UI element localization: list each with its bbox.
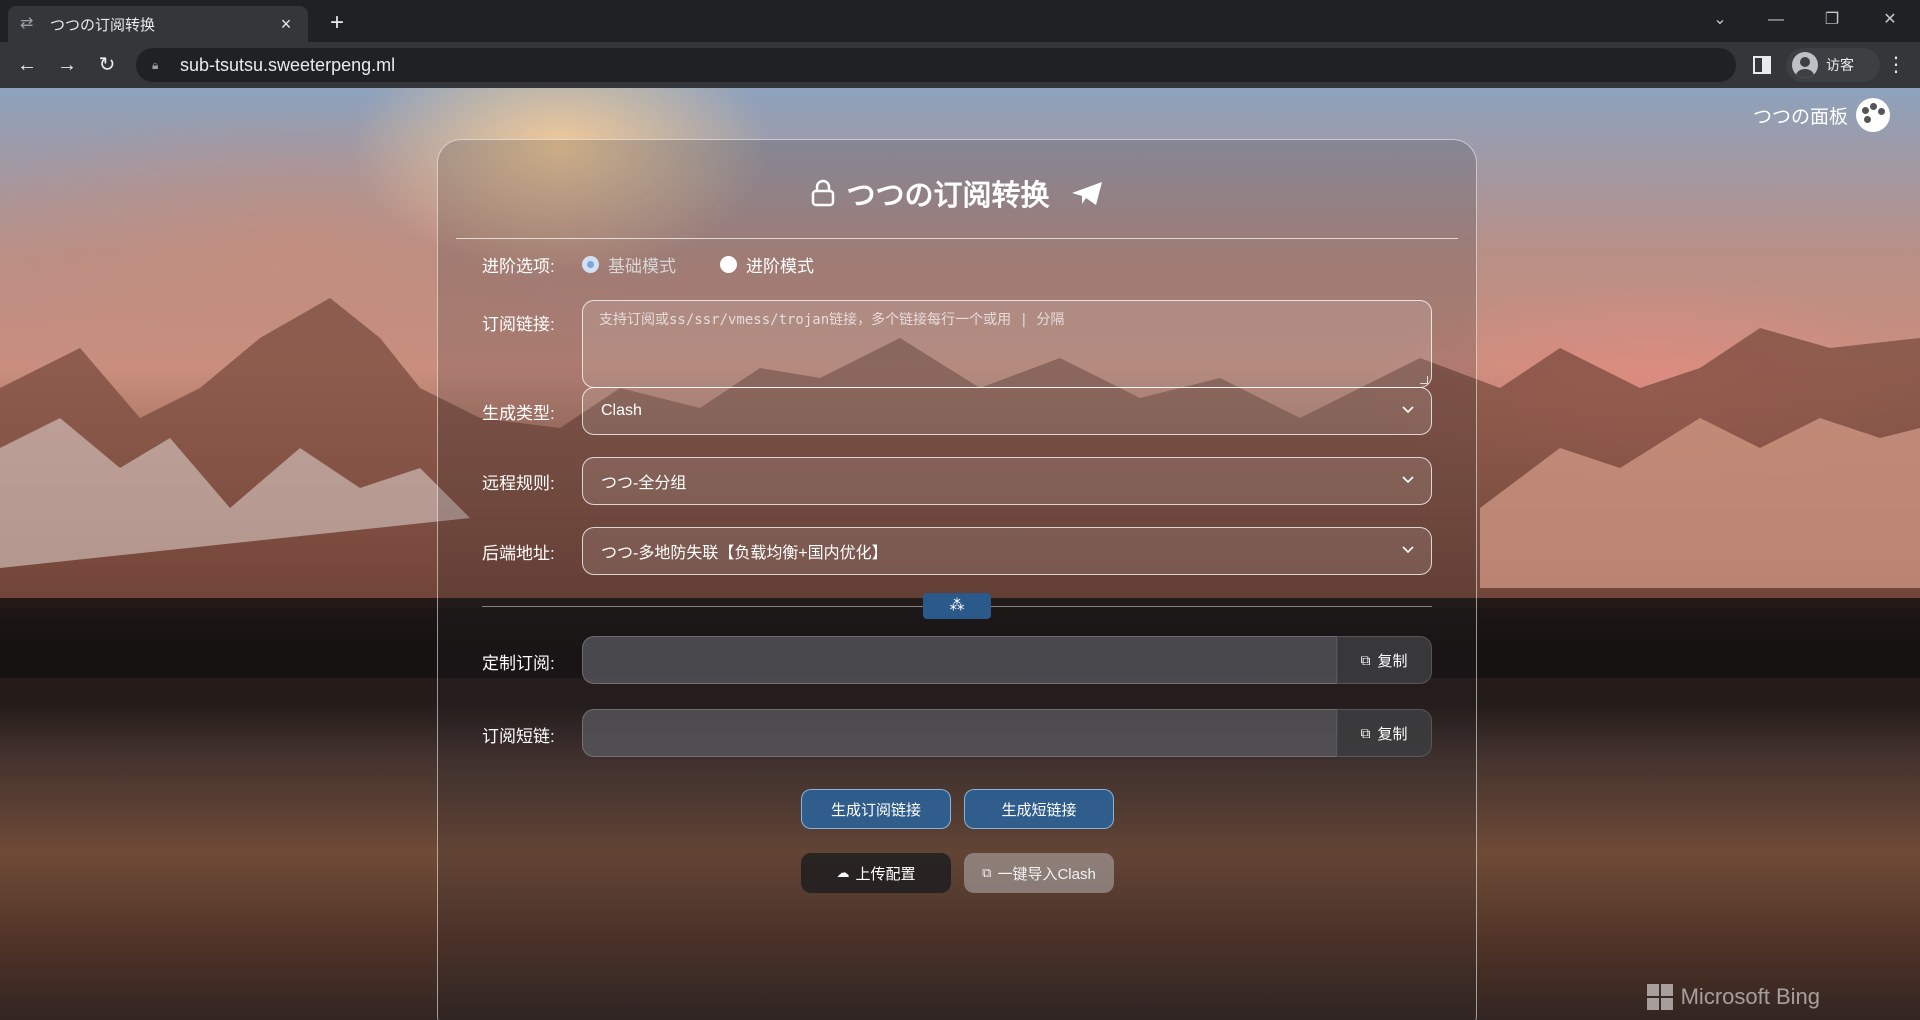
chevron-down-icon [1402,546,1414,554]
watermark-text: Microsoft Bing [1680,984,1820,1009]
telegram-icon[interactable] [1070,179,1104,207]
sub-link-textarea[interactable]: 支持订阅或ss/ssr/vmess/trojan链接，多个链接每行一个或用 | … [582,300,1432,388]
panel-title: つつの面板 [1752,106,1848,128]
copy-label: 复制 [1377,725,1408,743]
rule-value: つつ-全分组 [601,475,687,492]
chevron-down-icon [1402,476,1414,484]
new-tab-button[interactable]: + [322,8,352,38]
resize-handle[interactable] [1420,376,1428,384]
menu-icon[interactable]: ⋮ [1886,50,1906,80]
copy-label: 复制 [1377,652,1408,670]
copy-icon: ⧉ [1360,651,1371,668]
lock-icon [812,179,835,207]
bing-watermark: Microsoft Bing [1646,984,1820,1010]
rule-select[interactable]: つつ-全分组 [582,457,1432,505]
converter-card: つつの订阅转换 进阶选项: 基础模式 进阶模式 订阅链接: 支持订阅或ss/ss… [437,139,1477,1020]
card-header: つつの订阅转换 [438,172,1476,214]
custom-sub-output[interactable] [582,636,1338,684]
minimize-button[interactable]: — [1748,0,1804,42]
generate-sub-label: 生成订阅链接 [830,801,921,819]
profile-button[interactable]: 访客 [1786,48,1880,82]
close-tab-icon[interactable]: × [276,14,296,35]
import-clash-button[interactable]: ⧉ 一键导入Clash [964,853,1114,893]
profile-label: 访客 [1826,57,1854,73]
backend-label: 后端地址: [482,544,555,563]
forward-icon[interactable]: → [52,50,82,80]
radio-basic-mode[interactable]: 基础模式 [582,252,676,277]
tab-title: つつの订阅转换 [50,16,156,34]
address-url: sub-tsutsu.sweeterpeng.ml [180,54,396,75]
short-link-label: 订阅短链: [482,727,555,746]
radio-basic-label: 基础模式 [608,257,676,276]
browser-toolbar: ← → ↻ 🔒︎ sub-tsutsu.sweeterpeng.ml 访客 ⋮ [0,42,1920,88]
close-window-button[interactable]: ✕ [1862,0,1918,42]
tab-search-icon[interactable]: ⌄ [1692,0,1748,42]
repeat-icon: ⇄ [20,15,34,32]
lock-icon: 🔒︎ [152,57,159,72]
mode-label: 进阶选项: [482,257,555,276]
rule-label: 远程规则: [482,474,555,493]
copy-icon: ⧉ [1360,724,1371,741]
generate-sub-button[interactable]: 生成订阅链接 [801,789,951,829]
radio-dot[interactable] [582,256,599,273]
sub-link-placeholder: 支持订阅或ss/ssr/vmess/trojan链接，多个链接每行一个或用 | … [599,312,1065,328]
cloud-upload-icon: ☁ [836,865,850,880]
header-divider [456,238,1458,239]
backend-value: つつ-多地防失联【负载均衡+国内优化】 [601,545,888,562]
type-value: Clash [601,402,642,419]
avatar-icon [1792,52,1818,78]
palette-icon[interactable] [1856,98,1890,132]
reload-icon[interactable]: ↻ [92,50,122,80]
address-bar[interactable]: 🔒︎ sub-tsutsu.sweeterpeng.ml [136,48,1736,82]
restore-button[interactable]: ❐ [1804,0,1860,42]
spinner-icon: ⁂ [949,597,965,614]
radio-advanced-label: 进阶模式 [746,257,814,276]
backend-select[interactable]: つつ-多地防失联【负载均衡+国内优化】 [582,527,1432,575]
upload-config-button[interactable]: ☁ 上传配置 [801,853,951,893]
upload-config-label: 上传配置 [855,865,916,883]
page-content: つつの面板 Microsoft Bing つつの订阅转换 进阶选项: 基础模式 … [0,88,1920,1020]
advanced-toggle-button[interactable]: ⁂ [923,593,991,619]
link-icon: ⧉ [982,865,992,880]
chevron-down-icon [1402,406,1414,414]
short-link-output[interactable] [582,709,1338,757]
sub-link-label: 订阅链接: [482,315,555,334]
custom-sub-label: 定制订阅: [482,654,555,673]
card-title: つつの订阅转换 [846,180,1050,212]
panel-link[interactable]: つつの面板 [1753,98,1890,132]
generate-short-button[interactable]: 生成短链接 [964,789,1114,829]
browser-tab[interactable]: ⇄ つつの订阅转换 × [8,6,308,42]
import-clash-label: 一键导入Clash [997,865,1096,883]
type-select[interactable]: Clash [582,387,1432,435]
side-panel-icon[interactable] [1752,50,1776,80]
back-icon[interactable]: ← [12,50,42,80]
browser-tab-bar: ⇄ つつの订阅转换 × + ⌄ — ❐ ✕ [0,0,1920,42]
generate-short-label: 生成短链接 [1001,801,1077,819]
type-label: 生成类型: [482,404,555,423]
copy-custom-button[interactable]: ⧉ 复制 [1336,636,1432,684]
radio-advanced-mode[interactable]: 进阶模式 [720,252,814,277]
radio-dot[interactable] [720,256,737,273]
microsoft-logo-icon [1646,984,1673,1010]
copy-short-button[interactable]: ⧉ 复制 [1336,709,1432,757]
